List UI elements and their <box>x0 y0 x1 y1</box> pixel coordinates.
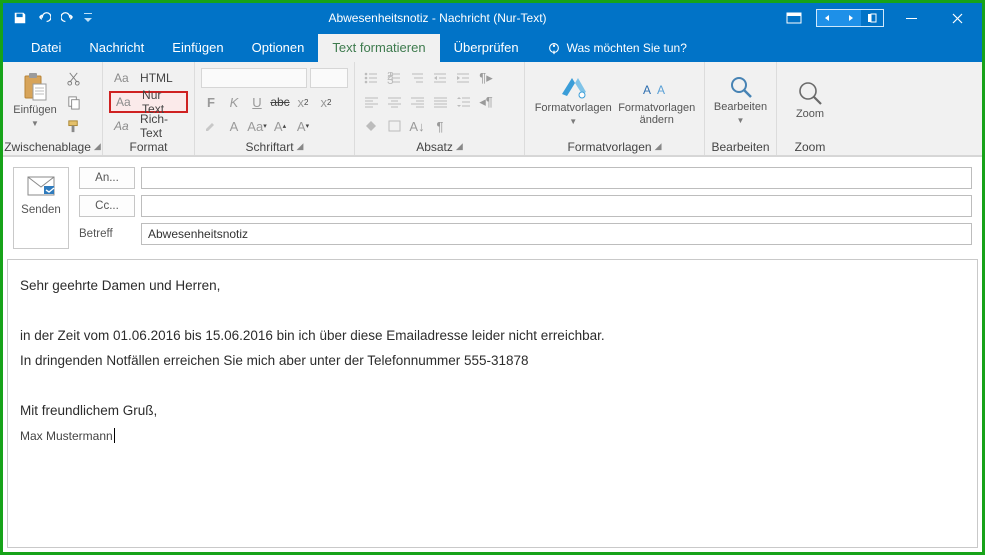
to-button[interactable]: An... <box>79 167 135 189</box>
close-button[interactable] <box>938 7 976 29</box>
sort-button[interactable]: A↓ <box>407 116 427 136</box>
tab-nachricht[interactable]: Nachricht <box>75 34 158 62</box>
format-rich-text-button[interactable]: Aa Rich-Text <box>109 115 188 137</box>
window-title: Abwesenheitsnotiz - Nachricht (Nur-Text) <box>95 11 780 25</box>
subject-field[interactable]: Abwesenheitsnotiz <box>141 223 972 245</box>
svg-text:A: A <box>643 83 651 97</box>
tab-ueberpruefen[interactable]: Überprüfen <box>440 34 533 62</box>
svg-text:A: A <box>657 83 665 97</box>
qat-dropdown-icon[interactable] <box>81 7 95 29</box>
bold-button[interactable]: F <box>201 92 221 112</box>
ribbon: Einfügen ▼ Zwischenablage◢ Aa HTML Aa Nu… <box>3 62 982 156</box>
ribbon-display-icon[interactable] <box>780 7 808 29</box>
chevron-down-icon: ▼ <box>569 117 577 126</box>
strike-button[interactable]: abc <box>270 92 290 112</box>
change-case-button[interactable]: Aa▾ <box>247 116 267 136</box>
line-spacing-button[interactable] <box>453 92 473 112</box>
bullets-button[interactable] <box>361 68 381 88</box>
format-painter-button[interactable] <box>61 115 86 137</box>
font-size-select[interactable] <box>310 68 348 88</box>
redo-button[interactable] <box>57 7 79 29</box>
group-edit: Bearbeiten ▼ Bearbeiten <box>705 62 777 155</box>
italic-button[interactable]: K <box>224 92 244 112</box>
highlight-button[interactable] <box>201 116 221 136</box>
font-color-button[interactable]: A <box>224 116 244 136</box>
edit-button[interactable]: Bearbeiten ▼ <box>711 65 770 135</box>
group-clipboard: Einfügen ▼ Zwischenablage◢ <box>3 62 103 155</box>
group-format: Aa HTML Aa Nur Text Aa Rich-Text Format <box>103 62 195 155</box>
group-zoom: Zoom Zoom <box>777 62 843 155</box>
undo-button[interactable] <box>33 7 55 29</box>
body-line: Mit freundlichem Gruß, <box>20 401 965 422</box>
numbering-button[interactable]: 123 <box>384 68 404 88</box>
underline-button[interactable]: U <box>247 92 267 112</box>
show-marks-button[interactable]: ¶ <box>430 116 450 136</box>
cut-button[interactable] <box>61 67 86 89</box>
tab-text-formatieren[interactable]: Text formatieren <box>318 34 439 62</box>
to-field[interactable] <box>141 167 972 189</box>
outlook-compose-window: Abwesenheitsnotiz - Nachricht (Nur-Text)… <box>0 0 985 555</box>
group-font: F K U abc x2 x2 A Aa▾ A▴ A▾ <box>195 62 355 155</box>
body-line: Max Mustermann <box>20 426 965 447</box>
superscript-button[interactable]: x2 <box>316 92 336 112</box>
align-right-button[interactable] <box>407 92 427 112</box>
align-left-button[interactable] <box>361 92 381 112</box>
send-button[interactable]: Senden <box>13 167 69 249</box>
subscript-button[interactable]: x2 <box>293 92 313 112</box>
text-cursor <box>114 428 115 443</box>
restore-right-icon[interactable] <box>839 10 861 26</box>
chevron-down-icon: ▼ <box>31 119 39 128</box>
quick-access-toolbar <box>9 7 95 29</box>
body-line: Sehr geehrte Damen und Herren, <box>20 276 965 297</box>
window-snap-icon[interactable] <box>861 10 883 26</box>
window-state-group <box>816 9 884 27</box>
change-styles-button[interactable]: AA Formatvorlagen ändern <box>615 65 698 135</box>
restore-left-icon[interactable] <box>817 10 839 26</box>
group-styles: Formatvorlagen ▼ AA Formatvorlagen änder… <box>525 62 705 155</box>
grow-font-button[interactable]: A▴ <box>270 116 290 136</box>
format-html-button[interactable]: Aa HTML <box>109 67 188 89</box>
align-center-button[interactable] <box>384 92 404 112</box>
ribbon-tabs: Datei Nachricht Einfügen Optionen Text f… <box>3 33 982 62</box>
chevron-down-icon: ▼ <box>737 116 745 125</box>
styles-button[interactable]: Formatvorlagen ▼ <box>531 65 615 135</box>
dialog-launcher-icon[interactable]: ◢ <box>94 141 101 152</box>
font-family-select[interactable] <box>201 68 307 88</box>
tell-me-input[interactable]: Was möchten Sie tun? <box>533 35 701 62</box>
tab-optionen[interactable]: Optionen <box>238 34 319 62</box>
message-body[interactable]: Sehr geehrte Damen und Herren, in der Ze… <box>7 259 978 548</box>
shrink-font-button[interactable]: A▾ <box>293 116 313 136</box>
shading-button[interactable] <box>361 116 381 136</box>
body-line: in der Zeit vom 01.06.2016 bis 15.06.201… <box>20 326 965 347</box>
window-controls <box>780 7 976 29</box>
title-bar: Abwesenheitsnotiz - Nachricht (Nur-Text) <box>3 3 982 33</box>
increase-indent-button[interactable] <box>453 68 473 88</box>
cc-field[interactable] <box>141 195 972 217</box>
ltr-button[interactable]: ¶▸ <box>476 68 496 88</box>
group-paragraph: 123 ¶▸ ◂¶ <box>355 62 525 155</box>
save-button[interactable] <box>9 7 31 29</box>
decrease-indent-button[interactable] <box>430 68 450 88</box>
paste-button[interactable]: Einfügen ▼ <box>9 65 61 135</box>
cc-button[interactable]: Cc... <box>79 195 135 217</box>
rtl-button[interactable]: ◂¶ <box>476 92 496 112</box>
compose-header: Senden An... Cc... Betreff Abwesenheitsn… <box>3 156 982 259</box>
minimize-button[interactable] <box>892 7 930 29</box>
justify-button[interactable] <box>430 92 450 112</box>
body-line: In dringenden Notfällen erreichen Sie mi… <box>20 351 965 372</box>
zoom-button[interactable]: Zoom <box>783 65 837 135</box>
tab-einfuegen[interactable]: Einfügen <box>158 34 237 62</box>
dialog-launcher-icon[interactable]: ◢ <box>655 141 662 152</box>
tab-datei[interactable]: Datei <box>17 34 75 62</box>
multilevel-button[interactable] <box>407 68 427 88</box>
borders-button[interactable] <box>384 116 404 136</box>
dialog-launcher-icon[interactable]: ◢ <box>297 141 304 152</box>
subject-label: Betreff <box>79 228 135 240</box>
format-plain-text-button[interactable]: Aa Nur Text <box>109 91 188 113</box>
dialog-launcher-icon[interactable]: ◢ <box>456 141 463 152</box>
copy-button[interactable] <box>61 91 86 113</box>
